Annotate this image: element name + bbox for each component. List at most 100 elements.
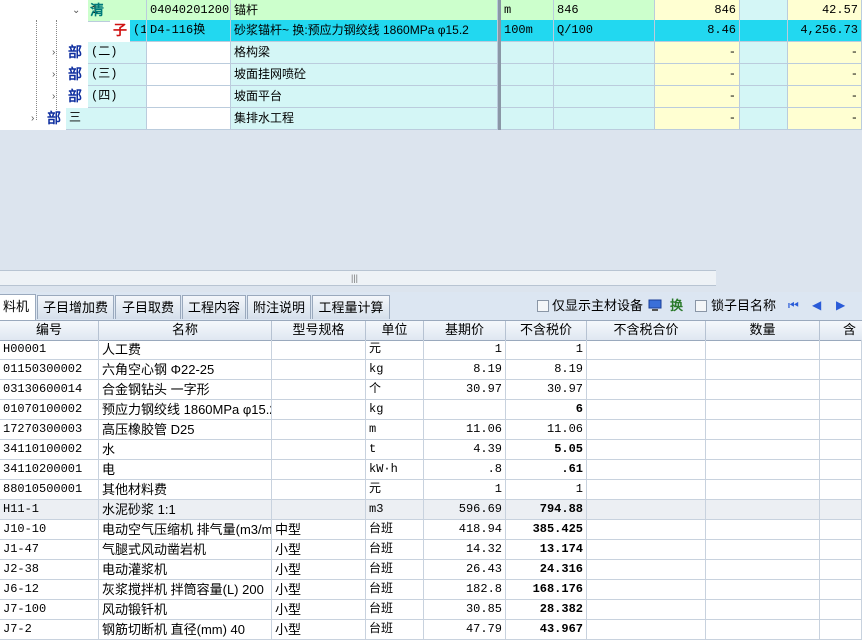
row-name[interactable]: 砂浆锚杆~ 换:预应力钢绞线 1860MPa φ15.2 (231, 20, 498, 42)
mat-total[interactable] (587, 420, 706, 440)
row-code[interactable] (147, 86, 231, 108)
row-code[interactable] (147, 42, 231, 64)
col-header-price[interactable]: 不含税价 (506, 321, 587, 340)
mat-name[interactable]: 水泥砂浆 1:1 (99, 500, 272, 520)
table-row[interactable]: H00001 人工费元 1 1 (0, 340, 862, 360)
mat-tax[interactable] (820, 540, 862, 560)
mat-base-price[interactable]: 30.97 (424, 380, 506, 400)
mat-total[interactable] (587, 580, 706, 600)
row-quantity[interactable]: - (655, 42, 740, 64)
table-row[interactable]: H11-1 水泥砂浆 1:1 m3 596.69 794.88 (0, 500, 862, 520)
table-row[interactable]: J7-100 风动锻钎机 小型 台班 30.85 28.382 (0, 600, 862, 620)
row-index[interactable]: (1 (130, 20, 147, 42)
mat-tax[interactable] (820, 400, 862, 420)
table-row[interactable]: J2-38 电动灌浆机 小型 台班 26.43 24.316 (0, 560, 862, 580)
row-unit[interactable] (501, 108, 554, 130)
mat-total[interactable] (587, 360, 706, 380)
mat-spec[interactable]: 小型 (272, 560, 366, 580)
row-quantity[interactable]: - (655, 86, 740, 108)
tree-row[interactable]: 1 040402012001 锚杆 m 846 846 42.57 ⌄ 清 (0, 0, 862, 22)
mat-spec[interactable]: 小型 (272, 580, 366, 600)
mat-unit[interactable]: 台班 (366, 520, 424, 540)
mat-code[interactable]: 34110200001 (0, 460, 99, 480)
row-unit[interactable]: 100m (501, 20, 554, 42)
mat-code[interactable]: 88010500001 (0, 480, 99, 500)
mat-unit[interactable]: 元 (366, 480, 424, 500)
mat-name[interactable]: 电 (99, 460, 272, 480)
mat-total[interactable] (587, 380, 706, 400)
tab-material-machine[interactable]: 料机 (0, 294, 36, 320)
mat-unit[interactable]: 台班 (366, 580, 424, 600)
row-unit[interactable] (501, 64, 554, 86)
mat-base-price[interactable]: 182.8 (424, 580, 506, 600)
col-header-spec[interactable]: 型号规格 (272, 321, 366, 340)
row-extra[interactable] (740, 42, 788, 64)
mat-base-price[interactable]: 47.79 (424, 620, 506, 640)
mat-base-price[interactable]: 418.94 (424, 520, 506, 540)
row-quantity-expr[interactable] (554, 86, 655, 108)
mat-spec[interactable] (272, 360, 366, 380)
mat-code[interactable]: H11-1 (0, 500, 99, 520)
mat-unit[interactable]: 个 (366, 380, 424, 400)
expand-arrow-icon[interactable]: › (52, 64, 55, 85)
row-amount[interactable]: 42.57 (788, 0, 862, 22)
tab-fee-calc[interactable]: 子目取费 (115, 295, 181, 319)
row-unit[interactable] (501, 42, 554, 64)
row-quantity-expr[interactable] (554, 42, 655, 64)
row-unit[interactable] (501, 86, 554, 108)
mat-total[interactable] (587, 440, 706, 460)
mat-total[interactable] (587, 540, 706, 560)
tab-extra-fee[interactable]: 子目增加费 (37, 295, 114, 319)
col-header-tax[interactable]: 含 (820, 321, 862, 340)
row-code[interactable] (147, 108, 231, 130)
mat-quantity[interactable] (706, 440, 820, 460)
mat-name[interactable]: 气腿式风动凿岩机 (99, 540, 272, 560)
prev-record-icon[interactable]: ◀ (812, 292, 821, 319)
mat-quantity[interactable] (706, 340, 820, 360)
mat-name[interactable]: 预应力钢绞线 1860MPa φ15.2 (99, 400, 272, 420)
mat-tax[interactable] (820, 460, 862, 480)
tab-work-content[interactable]: 工程内容 (182, 295, 246, 319)
tab-notes[interactable]: 附注说明 (247, 295, 311, 319)
mat-spec[interactable] (272, 380, 366, 400)
tree-row[interactable]: (二) 格构梁 - - › 部 (0, 42, 862, 64)
mat-price[interactable]: 43.967 (506, 620, 587, 640)
mat-price[interactable]: 168.176 (506, 580, 587, 600)
mat-code[interactable]: 01070100002 (0, 400, 99, 420)
table-row[interactable]: 01150300002 六角空心钢 Φ22-25 kg 8.19 8.19 (0, 360, 862, 380)
col-header-base-price[interactable]: 基期价 (424, 321, 506, 340)
row-quantity-expr[interactable] (554, 108, 655, 130)
mat-total[interactable] (587, 480, 706, 500)
row-amount[interactable]: - (788, 86, 862, 108)
first-record-icon[interactable]: ⏮ (788, 292, 799, 319)
row-code[interactable]: D4-116换 (147, 20, 231, 42)
mat-name[interactable]: 人工费 (99, 340, 272, 360)
expand-arrow-icon[interactable]: › (52, 42, 55, 63)
mat-spec[interactable] (272, 420, 366, 440)
mat-price[interactable]: .61 (506, 460, 587, 480)
mat-price[interactable]: 794.88 (506, 500, 587, 520)
mat-spec[interactable] (272, 440, 366, 460)
mat-total[interactable] (587, 520, 706, 540)
tree-row[interactable]: (1 D4-116换 砂浆锚杆~ 换:预应力钢绞线 1860MPa φ15.2 100… (0, 20, 862, 42)
row-amount[interactable]: - (788, 64, 862, 86)
row-quantity-expr[interactable]: Q/100 (554, 20, 655, 42)
row-name[interactable]: 坡面平台 (231, 86, 498, 108)
mat-code[interactable]: 17270300003 (0, 420, 99, 440)
row-extra[interactable] (740, 20, 788, 42)
mat-quantity[interactable] (706, 380, 820, 400)
tab-quantity-calc[interactable]: 工程量计算 (312, 295, 390, 319)
mat-base-price[interactable]: 4.39 (424, 440, 506, 460)
row-amount[interactable]: - (788, 108, 862, 130)
mat-total[interactable] (587, 340, 706, 360)
mat-price[interactable]: 24.316 (506, 560, 587, 580)
horizontal-scrollbar[interactable]: ||| (0, 270, 716, 286)
table-row[interactable]: 88010500001 其他材料费元 1 1 (0, 480, 862, 500)
scroll-grip-icon[interactable]: ||| (351, 273, 358, 283)
col-header-quantity[interactable]: 数量 (706, 321, 820, 340)
mat-name[interactable]: 风动锻钎机 (99, 600, 272, 620)
mat-tax[interactable] (820, 600, 862, 620)
mat-name[interactable]: 电动灌浆机 (99, 560, 272, 580)
mat-quantity[interactable] (706, 480, 820, 500)
mat-tax[interactable] (820, 620, 862, 640)
